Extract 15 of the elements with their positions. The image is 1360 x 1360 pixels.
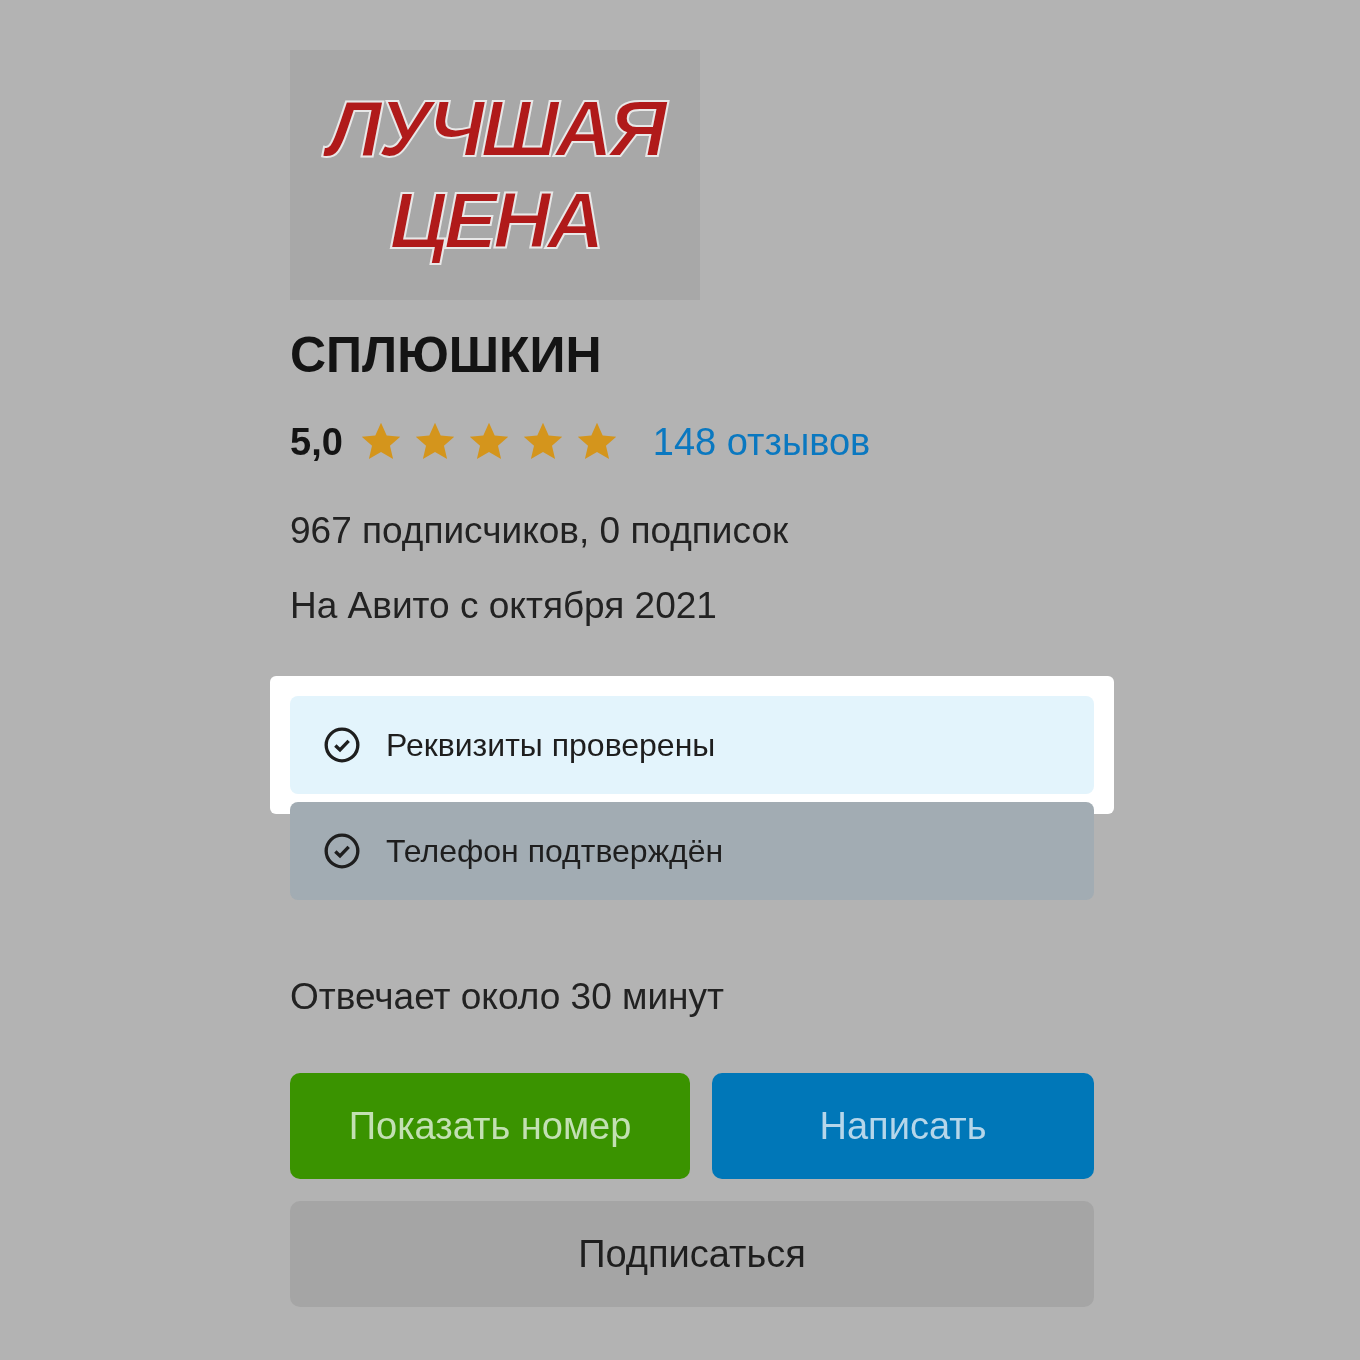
logo-text: ЦЕНА bbox=[388, 175, 602, 267]
show-number-button[interactable]: Показать номер bbox=[290, 1073, 690, 1179]
check-circle-icon bbox=[322, 725, 362, 765]
followers-text: 967 подписчиков, 0 подписок bbox=[290, 512, 790, 549]
badge-label: Реквизиты проверены bbox=[386, 729, 716, 761]
check-circle-icon bbox=[322, 831, 362, 871]
member-since-text: На Авито с октября 2021 bbox=[290, 587, 718, 624]
rating-value: 5,0 bbox=[290, 423, 343, 461]
reviews-link[interactable]: 148 отзывов bbox=[652, 423, 871, 461]
subscribe-button[interactable]: Подписаться bbox=[290, 1201, 1094, 1307]
response-time-text: Отвечает около 30 минут bbox=[290, 978, 725, 1015]
seller-name: СПЛЮШКИН bbox=[290, 330, 603, 380]
badge-label: Телефон подтверждён bbox=[386, 835, 724, 867]
logo-text: ЛУЧШАЯ bbox=[312, 83, 678, 175]
message-button[interactable]: Написать bbox=[712, 1073, 1094, 1179]
